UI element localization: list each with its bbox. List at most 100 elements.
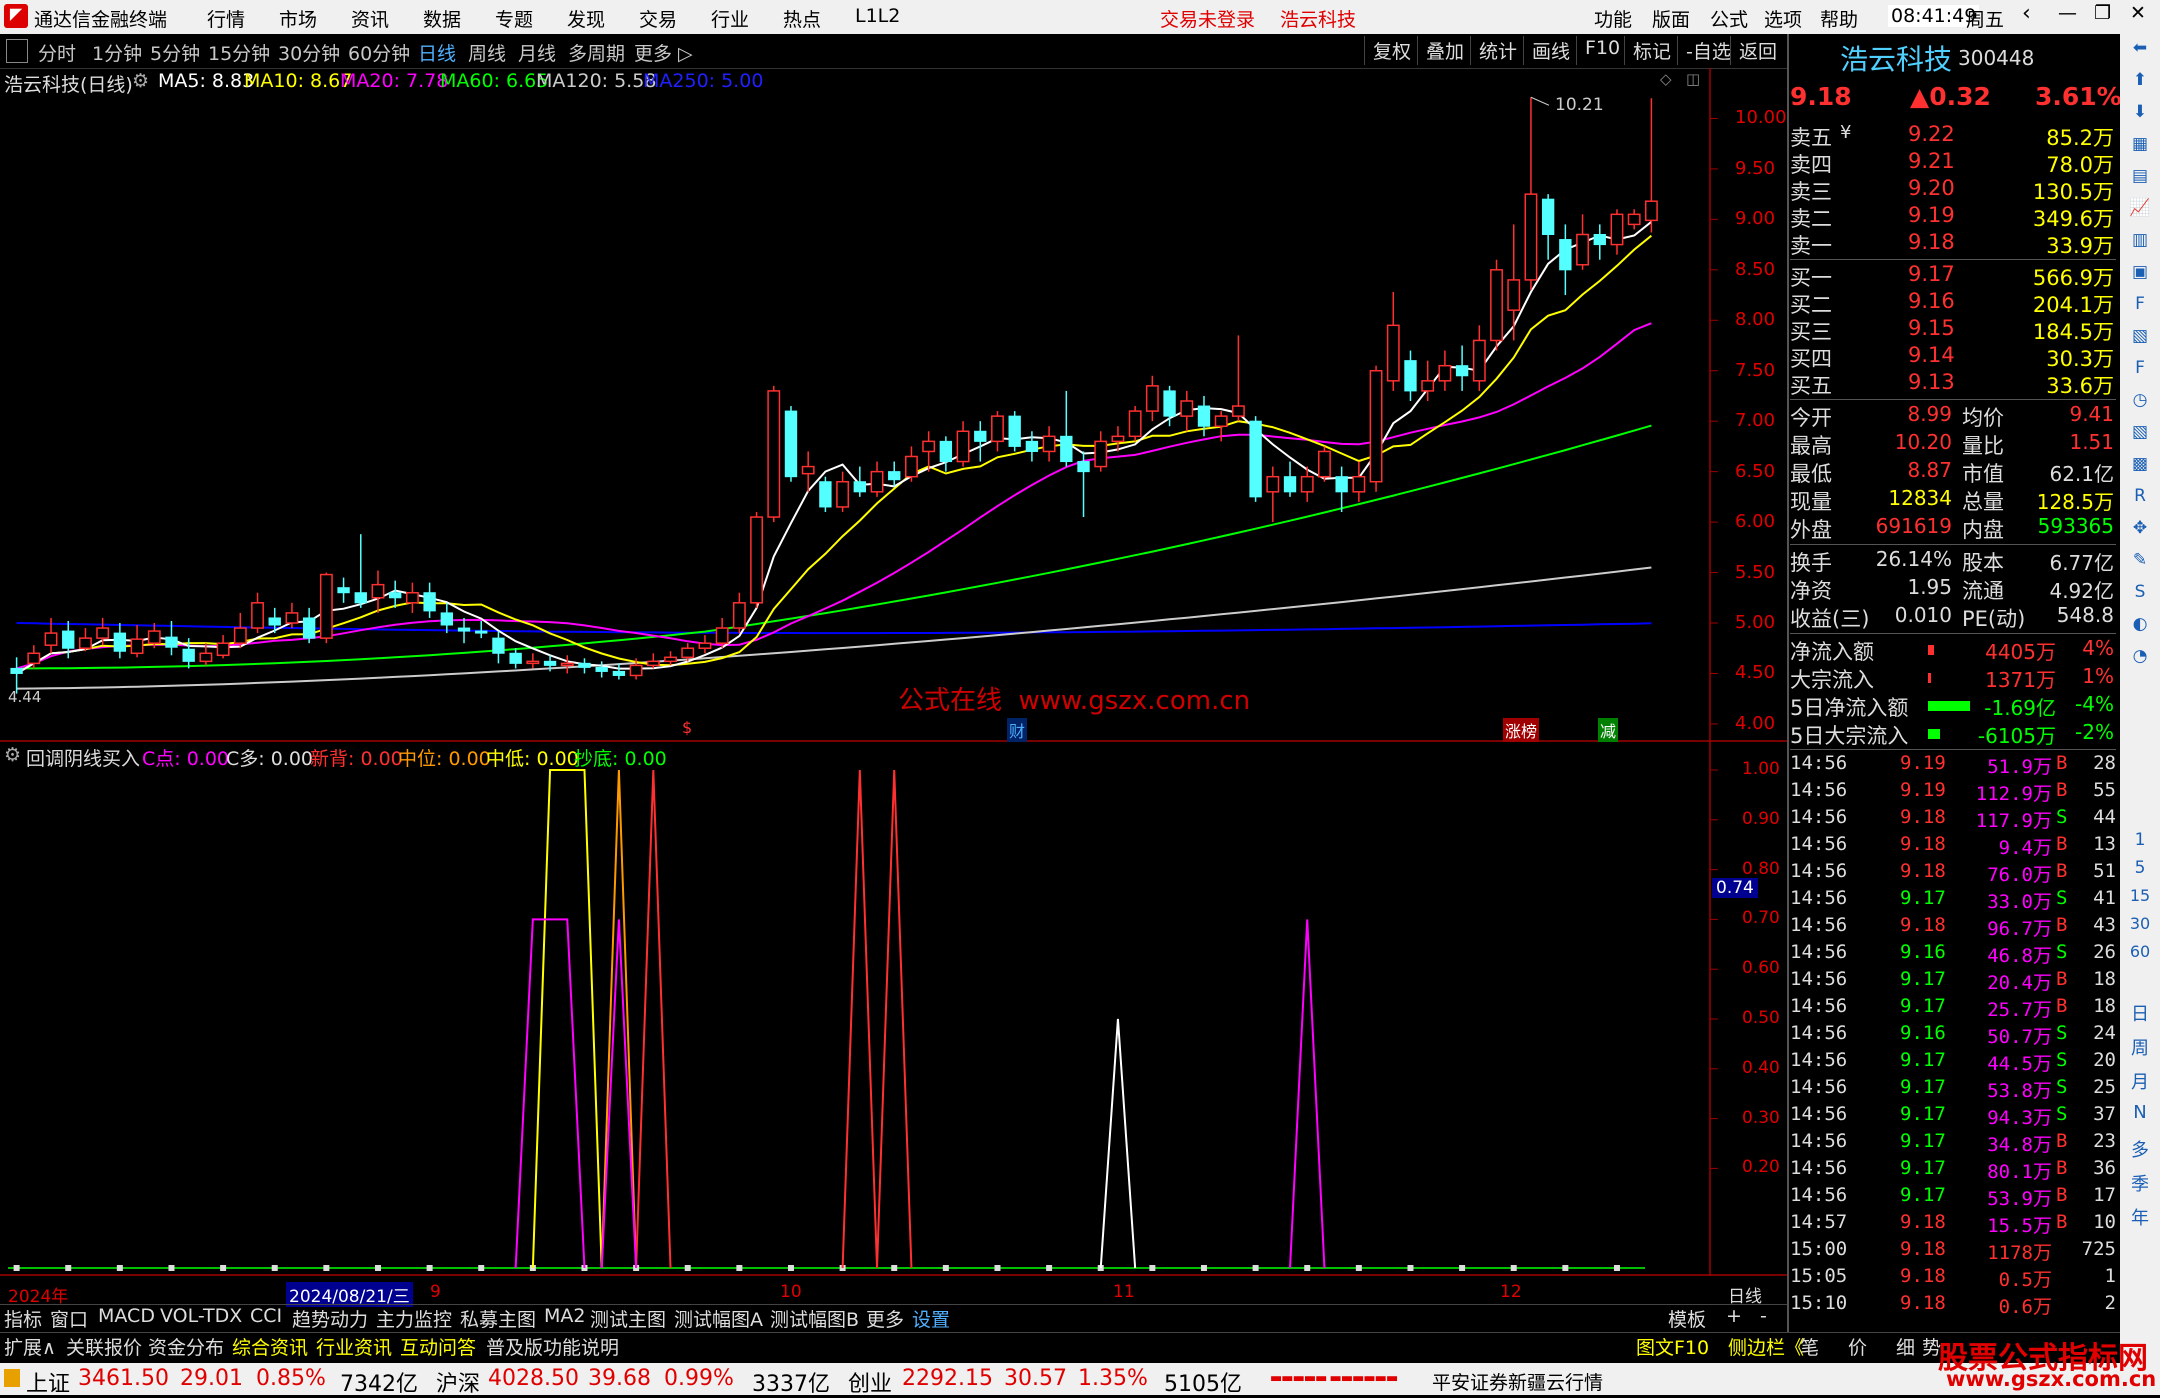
menu-gongneng[interactable]: 功能 (1594, 5, 1632, 32)
sidebar-tool-icon[interactable]: 📈 (2128, 198, 2152, 224)
sidebar-period-2[interactable]: 月 (2128, 1068, 2152, 1094)
sidebar-tool-icon[interactable]: ▧ (2128, 422, 2152, 448)
status-cy-name[interactable]: 创业 (848, 1366, 892, 1398)
tab-puji[interactable]: 普及版功能说明 (486, 1333, 619, 1360)
tab-ceshi-a[interactable]: 测试幅图A (674, 1305, 763, 1332)
btn-plus[interactable]: + (1726, 1305, 1742, 1327)
sidebar-period-0[interactable]: 日 (2128, 1000, 2152, 1026)
menu-redian[interactable]: 热点 (783, 5, 821, 32)
tab-kuozhan[interactable]: 扩展∧ (4, 1333, 56, 1360)
period-1min[interactable]: 1分钟 (92, 39, 142, 66)
tab-cci[interactable]: CCI (250, 1305, 282, 1327)
sidebar-num-icon[interactable]: 1 (2128, 830, 2152, 850)
menu-gongshi[interactable]: 公式 (1710, 5, 1748, 32)
login-status[interactable]: 交易未登录 (1160, 5, 1255, 32)
status-sh-icon[interactable] (4, 1369, 20, 1387)
menu-jiaoyi[interactable]: 交易 (639, 5, 677, 32)
sidebar-period-4[interactable]: 多 (2128, 1136, 2152, 1162)
menu-l1l2[interactable]: L1L2 (855, 5, 900, 27)
btn-fanhui[interactable]: 返回 (1730, 36, 1785, 65)
menu-hangye[interactable]: 行业 (711, 5, 749, 32)
period-weekly[interactable]: 周线 (468, 39, 506, 66)
tab-vol-tdx[interactable]: VOL-TDX (160, 1305, 242, 1327)
menu-zhuanti[interactable]: 专题 (495, 5, 533, 32)
period-fenshi[interactable]: 分时 (38, 39, 76, 66)
tab-macd[interactable]: MACD (98, 1305, 155, 1327)
event-mark-zhangbang[interactable]: 涨榜 (1503, 718, 1540, 742)
tab-hangye-zixun[interactable]: 行业资讯 (316, 1333, 392, 1360)
period-30min[interactable]: 30分钟 (278, 39, 340, 66)
tab-ma2[interactable]: MA2 (544, 1305, 585, 1327)
sidebar-tool-icon[interactable]: F (2128, 358, 2152, 384)
tab-chuangkou[interactable]: 窗口 (50, 1305, 88, 1332)
tab-more[interactable]: 更多 (866, 1305, 904, 1332)
sidebar-period-1[interactable]: 周 (2128, 1034, 2152, 1060)
period-5min[interactable]: 5分钟 (150, 39, 200, 66)
minimize-icon[interactable]: — (2058, 2, 2077, 24)
tab-zhibiao[interactable]: 指标 (4, 1305, 42, 1332)
tab-ceshi-zhu[interactable]: 测试主图 (590, 1305, 666, 1332)
sidebar-num-icon[interactable]: 15 (2124, 886, 2156, 905)
sidebar-tool-icon[interactable]: ▣ (2128, 262, 2152, 288)
sidebar-tool-icon[interactable]: ▧ (2128, 326, 2152, 352)
tab-qushi[interactable]: 趋势动力 (292, 1305, 368, 1332)
sidebar-tool-icon[interactable]: ⬆ (2128, 70, 2152, 96)
tab-zonghe[interactable]: 综合资讯 (232, 1333, 308, 1360)
candlestick-chart[interactable] (0, 68, 1787, 742)
sidebar-tool-icon[interactable]: ▩ (2128, 454, 2152, 480)
sidebar-tool-icon[interactable]: ✎ (2128, 550, 2152, 576)
menu-faxian[interactable]: 发现 (567, 5, 605, 32)
btn-minus[interactable]: - (1760, 1305, 1767, 1327)
menu-xuanxiang[interactable]: 选项 (1764, 5, 1802, 32)
btn-xi[interactable]: 细 (1896, 1333, 1915, 1360)
btn-moban[interactable]: 模板 (1668, 1305, 1706, 1332)
tab-settings[interactable]: 设置 (912, 1305, 950, 1332)
sidebar-tool-icon[interactable]: ◔ (2128, 646, 2152, 672)
period-60min[interactable]: 60分钟 (348, 39, 410, 66)
sidebar-tool-icon[interactable]: S (2128, 582, 2152, 608)
tab-hudong[interactable]: 互动问答 (400, 1333, 476, 1360)
back-icon[interactable]: ‹ (2022, 1, 2031, 26)
menu-zixun[interactable]: 资讯 (351, 5, 389, 32)
period-more[interactable]: 更多 ▷ (634, 39, 693, 66)
sidebar-tool-icon[interactable]: ◐ (2128, 614, 2152, 640)
sidebar-num-icon[interactable]: 5 (2128, 858, 2152, 878)
event-mark-jian[interactable]: 减 (1598, 718, 1619, 742)
sidebar-num-icon[interactable]: 60 (2124, 942, 2156, 961)
btn-fuquan[interactable]: 复权 (1364, 36, 1419, 65)
menu-banmian[interactable]: 版面 (1652, 5, 1690, 32)
btn-tongji[interactable]: 统计 (1470, 36, 1525, 65)
sidebar-tool-icon[interactable]: ✥ (2128, 518, 2152, 544)
btn-tuwen-f10[interactable]: 图文F10 (1636, 1333, 1709, 1360)
status-sh-name[interactable]: 上证 (26, 1366, 70, 1398)
btn-bi[interactable]: 笔 (1800, 1333, 1819, 1360)
period-monthly[interactable]: 月线 (518, 39, 556, 66)
btn-jia[interactable]: 价 (1848, 1333, 1867, 1360)
close-icon[interactable]: ✕ (2130, 2, 2146, 24)
sidebar-tool-icon[interactable]: F (2128, 294, 2152, 320)
sidebar-tool-icon[interactable]: ▤ (2128, 166, 2152, 192)
btn-diejia[interactable]: 叠加 (1417, 36, 1472, 65)
tab-ceshi-b[interactable]: 测试幅图B (770, 1305, 859, 1332)
sidebar-period-3[interactable]: N (2128, 1102, 2152, 1123)
period-multi[interactable]: 多周期 (568, 39, 625, 66)
tab-simu[interactable]: 私募主图 (460, 1305, 536, 1332)
sidebar-tool-icon[interactable]: R (2128, 486, 2152, 512)
sidebar-num-icon[interactable]: 30 (2124, 914, 2156, 933)
status-hs-name[interactable]: 沪深 (436, 1366, 480, 1398)
event-mark-dividend[interactable]: $ (682, 718, 692, 737)
menu-bangzhu[interactable]: 帮助 (1820, 5, 1858, 32)
toolbar-left-icon[interactable] (6, 39, 28, 63)
btn-huaxian[interactable]: 画线 (1523, 36, 1578, 65)
sidebar-tool-icon[interactable]: ◷ (2128, 390, 2152, 416)
sidebar-tool-icon[interactable]: ▥ (2128, 230, 2152, 256)
menu-shichang[interactable]: 市场 (279, 5, 317, 32)
sidebar-period-5[interactable]: 季 (2128, 1170, 2152, 1196)
indicator-chart[interactable] (0, 742, 1787, 1276)
tab-zijin[interactable]: 资金分布 (148, 1333, 224, 1360)
period-15min[interactable]: 15分钟 (208, 39, 270, 66)
menu-shuju[interactable]: 数据 (423, 5, 461, 32)
sidebar-tool-icon[interactable]: ▦ (2128, 134, 2152, 160)
tab-guanlian[interactable]: 关联报价 (66, 1333, 142, 1360)
restore-icon[interactable]: ❐ (2094, 2, 2111, 24)
